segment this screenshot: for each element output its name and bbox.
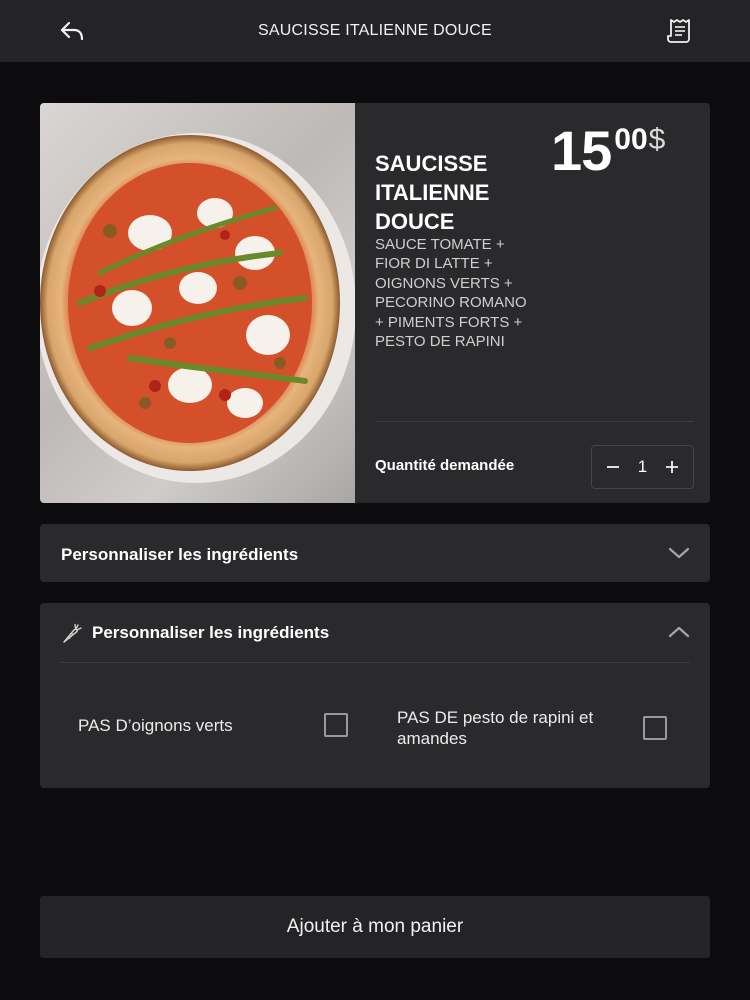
customize-ingredients-accordion-collapsed[interactable]: Personnaliser les ingrédients bbox=[40, 524, 710, 582]
price-cents: 00 bbox=[614, 123, 648, 156]
top-bar: SAUCISSE ITALIENNE DOUCE bbox=[0, 0, 750, 62]
customize-ingredients-accordion-expanded: Personnaliser les ingrédients PAS D’oign… bbox=[40, 603, 710, 788]
product-name: SAUCISSE ITALIENNE DOUCE bbox=[375, 151, 490, 234]
price-whole: 15 bbox=[551, 119, 612, 182]
quantity-decrease-button[interactable] bbox=[602, 456, 624, 478]
chevron-down-icon bbox=[668, 547, 690, 559]
divider bbox=[60, 662, 690, 663]
product-card: 15 00 $ SAUCISSE ITALIENNE DOUCE SAUCE T… bbox=[40, 103, 710, 503]
accordion-title: Personnaliser les ingrédients bbox=[92, 623, 330, 642]
option-no-rapini-pesto[interactable]: PAS DE pesto de rapini et amandes bbox=[397, 707, 667, 749]
product-info: 15 00 $ SAUCISSE ITALIENNE DOUCE SAUCE T… bbox=[375, 103, 710, 503]
option-checkbox[interactable] bbox=[643, 716, 667, 740]
accordion-toggle[interactable] bbox=[668, 544, 690, 562]
product-image bbox=[40, 103, 355, 503]
page-title: SAUCISSE ITALIENNE DOUCE bbox=[258, 22, 492, 39]
product-description: SAUCE TOMATE + FIOR DI LATTE + OIGNONS V… bbox=[375, 236, 527, 351]
quantity-increase-button[interactable] bbox=[661, 456, 683, 478]
back-arrow-icon bbox=[60, 21, 84, 41]
option-label: PAS D’oignons verts bbox=[78, 715, 233, 735]
accordion-title: Personnaliser les ingrédients bbox=[61, 545, 299, 564]
price: 15 00 $ bbox=[551, 121, 665, 181]
divider bbox=[375, 421, 694, 422]
carrot-icon bbox=[63, 623, 82, 643]
option-checkbox[interactable] bbox=[324, 713, 348, 737]
accordion-toggle[interactable] bbox=[668, 623, 690, 641]
plus-icon bbox=[666, 461, 678, 473]
quantity-value: 1 bbox=[637, 457, 648, 476]
receipt-button[interactable] bbox=[662, 15, 694, 47]
minus-icon bbox=[607, 466, 619, 468]
chevron-up-icon bbox=[668, 626, 690, 638]
back-button[interactable] bbox=[56, 16, 88, 46]
price-currency: $ bbox=[648, 123, 666, 156]
quantity-label: Quantité demandée bbox=[375, 457, 515, 474]
option-label: PAS DE pesto de rapini et amandes bbox=[397, 708, 594, 748]
option-no-green-onions[interactable]: PAS D’oignons verts bbox=[78, 713, 348, 737]
quantity-stepper[interactable]: 1 bbox=[591, 445, 694, 489]
add-to-cart-button[interactable]: Ajouter à mon panier bbox=[40, 896, 710, 958]
receipt-icon bbox=[667, 19, 690, 43]
